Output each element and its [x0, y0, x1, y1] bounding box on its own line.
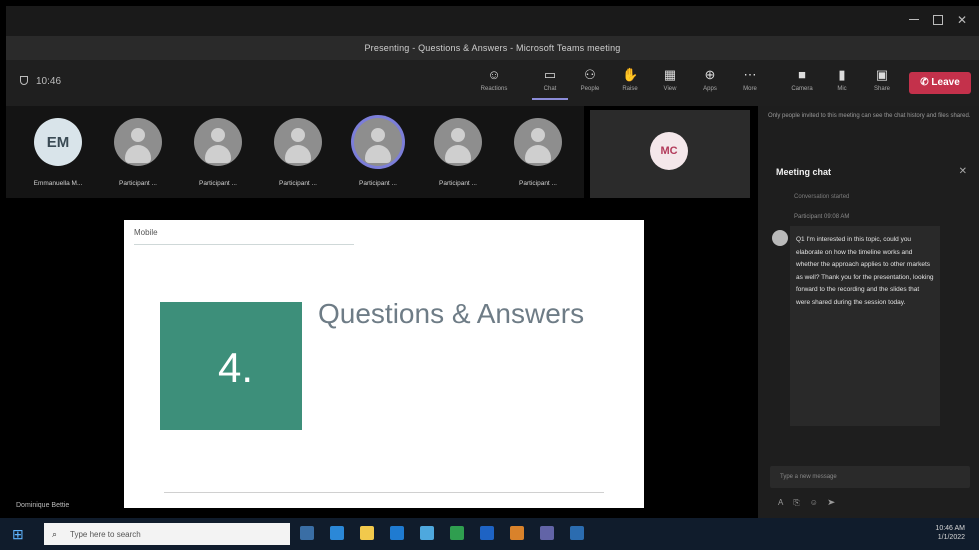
task-view-icon[interactable]	[300, 526, 314, 540]
participant-name: Participant ...	[359, 180, 397, 187]
chat-title: Meeting chat	[776, 167, 832, 177]
slide-number-box: 4.	[160, 302, 302, 430]
meeting-toolbar: 10:46 ☺ Reactions ▭ Chat ⚇ People ✋ Rais…	[6, 60, 979, 106]
word-icon[interactable]	[480, 526, 494, 540]
close-icon[interactable]: ✕	[957, 14, 967, 26]
shared-slide: Mobile 4. Questions & Answers	[124, 220, 644, 508]
taskbar-search-input[interactable]: ⌕ Type here to search	[44, 523, 290, 545]
attach-icon[interactable]: ⎘	[793, 498, 809, 507]
mic-button[interactable]: ▮ Mic	[824, 66, 860, 100]
presenter-name: Dominique Bettie	[16, 502, 70, 509]
avatar	[194, 118, 242, 166]
window-title-bar: ✕	[6, 6, 979, 36]
meeting-timer: 10:46	[20, 76, 61, 87]
raise-hand-button[interactable]: ✋ Raise	[612, 66, 648, 100]
apps-button[interactable]: ⊕ Apps	[692, 66, 728, 100]
meeting-banner: Presenting - Questions & Answers - Micro…	[6, 36, 979, 60]
hand-icon: ✋	[622, 67, 639, 82]
people-icon: ⚇	[584, 67, 596, 82]
participant-name: Participant ...	[279, 180, 317, 187]
phone-icon: ✆	[920, 77, 929, 88]
chat-header: Meeting chat ✕	[758, 158, 979, 184]
emoji-icon[interactable]: ☺	[810, 498, 828, 507]
slide-title: Questions & Answers	[318, 298, 585, 329]
participant-name: Emmanuella M...	[33, 180, 83, 187]
view-button[interactable]: ▦ View	[652, 66, 688, 100]
mic-icon: ▮	[838, 67, 846, 82]
divider	[134, 244, 354, 245]
teams-icon[interactable]	[540, 526, 554, 540]
share-button[interactable]: ▣ Share	[864, 66, 900, 100]
participant-name: Participant ...	[199, 180, 237, 187]
system-tray[interactable]: 10:46 AM 1/1/2022	[935, 524, 965, 542]
send-icon[interactable]: ➤	[828, 498, 845, 507]
grid-icon: ▦	[663, 67, 677, 82]
participant-tile[interactable]: Participant ...	[100, 118, 176, 192]
format-icon[interactable]: A	[778, 498, 793, 507]
apps-icon: ⊕	[704, 67, 716, 82]
smile-icon: ☺	[487, 67, 501, 82]
people-button[interactable]: ⚇ People	[572, 66, 608, 100]
participant-tile[interactable]: EM Emmanuella M...	[20, 118, 96, 192]
chat-compose-input[interactable]: Type a new message	[770, 466, 970, 488]
chat-message: Q1 I'm interested in this topic, could y…	[790, 226, 940, 426]
self-video-tile[interactable]: MC	[590, 110, 750, 198]
windows-taskbar: ⊞ ⌕ Type here to search 10:46 AM 1/1/202…	[0, 518, 979, 550]
mail-icon[interactable]	[390, 526, 404, 540]
participant-tile[interactable]: Participant ...	[260, 118, 336, 192]
share-icon: ▣	[875, 67, 889, 82]
avatar	[434, 118, 482, 166]
excel-icon[interactable]	[450, 526, 464, 540]
outlook-icon[interactable]	[570, 526, 584, 540]
more-icon: ⋯	[743, 67, 757, 82]
participant-tile[interactable]: Participant ...	[180, 118, 256, 192]
camera-icon: ■	[798, 67, 806, 82]
shield-icon	[20, 76, 28, 85]
leave-button[interactable]: ✆ Leave	[909, 72, 971, 94]
maximize-icon[interactable]	[933, 15, 943, 25]
clock-time: 10:46 AM	[935, 525, 965, 532]
slide-logo: Mobile	[134, 228, 158, 237]
chat-icon: ▭	[543, 67, 557, 82]
avatar: EM	[34, 118, 82, 166]
slide-number: 4.	[218, 344, 254, 391]
participant-name: Participant ...	[119, 180, 157, 187]
clock-date: 1/1/2022	[937, 534, 965, 541]
store-icon[interactable]	[420, 526, 434, 540]
participant-tile[interactable]: Participant ...	[420, 118, 496, 192]
reactions-button[interactable]: ☺ Reactions	[476, 66, 512, 100]
windows-start-icon[interactable]: ⊞	[12, 527, 26, 541]
message-meta: Participant 09:08 AM	[794, 214, 850, 220]
avatar	[274, 118, 322, 166]
search-icon: ⌕	[52, 529, 58, 539]
meeting-chat-panel: Only people invited to this meeting can …	[758, 106, 979, 518]
file-explorer-icon[interactable]	[360, 526, 374, 540]
compose-toolbar: A⎘☺➤	[778, 498, 845, 508]
camera-button[interactable]: ■ Camera	[784, 66, 820, 100]
chat-notice: Only people invited to this meeting can …	[768, 113, 971, 119]
chrome-icon[interactable]	[510, 526, 524, 540]
more-button[interactable]: ⋯ More	[732, 66, 768, 100]
chat-button[interactable]: ▭ Chat	[532, 66, 568, 100]
participant-tile[interactable]: Participant ...	[340, 118, 416, 192]
participant-name: Participant ...	[519, 180, 557, 187]
avatar	[114, 118, 162, 166]
divider	[164, 492, 604, 493]
minimize-icon[interactable]	[909, 15, 919, 20]
avatar	[514, 118, 562, 166]
participant-tile[interactable]: Participant ...	[500, 118, 576, 192]
avatar: MC	[650, 132, 688, 170]
edge-icon[interactable]	[330, 526, 344, 540]
participant-strip: EM Emmanuella M... Participant ... Parti…	[6, 106, 584, 198]
participant-name: Participant ...	[439, 180, 477, 187]
avatar	[772, 230, 788, 246]
avatar	[354, 118, 402, 166]
close-icon[interactable]: ✕	[959, 166, 967, 177]
chat-separator: Conversation started	[794, 194, 850, 200]
